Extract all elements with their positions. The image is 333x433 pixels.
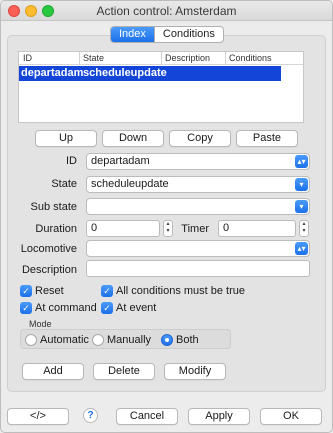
help-icon[interactable]: ? (83, 408, 98, 423)
updown-chevron-icon: ▴▾ (295, 155, 308, 168)
all-conditions-label[interactable]: All conditions must be true (116, 285, 245, 297)
id-label: ID (66, 155, 77, 167)
table-row[interactable]: departadam scheduleupdate (19, 66, 281, 81)
substate-combo[interactable]: ▾ (86, 198, 310, 215)
mode-group-title: Mode (29, 319, 52, 329)
locomotive-label: Locomotive (20, 243, 77, 255)
substate-label: Sub state (30, 201, 77, 213)
modify-button[interactable]: Modify (164, 363, 226, 380)
title-bar: Action control: Amsterdam (1, 1, 332, 21)
id-select[interactable]: departadam ▴▾ (86, 153, 310, 170)
paste-button[interactable]: Paste (236, 130, 298, 147)
apply-button[interactable]: Apply (188, 408, 250, 425)
mode-manually-radio[interactable] (92, 334, 104, 346)
at-command-checkbox[interactable]: ✓ (20, 302, 32, 314)
chevron-down-icon[interactable]: ▾ (295, 178, 308, 191)
tab-conditions[interactable]: Conditions (153, 27, 223, 42)
at-event-checkbox[interactable]: ✓ (101, 302, 113, 314)
table-header: ID State Description Conditions (19, 52, 303, 65)
state-combo[interactable]: scheduleupdate ▾ (86, 176, 310, 193)
timer-label: Timer (181, 223, 209, 235)
state-combo-value: scheduleupdate (91, 178, 169, 190)
description-label: Description (21, 264, 77, 276)
column-header-state[interactable]: State (79, 52, 104, 64)
delete-button[interactable]: Delete (93, 363, 155, 380)
chevron-down-icon[interactable]: ▾ (295, 200, 308, 213)
row-id-cell: departadam (21, 67, 84, 79)
column-header-description[interactable]: Description (161, 52, 210, 64)
all-conditions-checkbox[interactable]: ✓ (101, 285, 113, 297)
column-header-conditions[interactable]: Conditions (225, 52, 272, 64)
timer-field[interactable]: 0 (218, 220, 296, 237)
add-button[interactable]: Add (22, 363, 84, 380)
tab-bar: Index Conditions (110, 26, 224, 43)
window-title: Action control: Amsterdam (96, 4, 237, 18)
actions-table[interactable]: ID State Description Conditions departad… (18, 51, 304, 123)
xml-button[interactable]: </> (7, 408, 69, 425)
duration-label: Duration (35, 223, 77, 235)
mode-automatic-radio[interactable] (25, 334, 37, 346)
at-event-label[interactable]: At event (116, 302, 156, 314)
id-select-value: departadam (91, 155, 150, 167)
duration-field[interactable]: 0 (86, 220, 160, 237)
state-label: State (51, 178, 77, 190)
down-button[interactable]: Down (102, 130, 164, 147)
locomotive-select[interactable]: ▴▾ (86, 240, 310, 257)
dialog-window: Action control: Amsterdam Index Conditio… (0, 0, 333, 433)
cancel-button[interactable]: Cancel (116, 408, 178, 425)
column-header-id[interactable]: ID (23, 53, 32, 63)
at-command-label[interactable]: At command (35, 302, 97, 314)
copy-button[interactable]: Copy (169, 130, 231, 147)
reset-checkbox[interactable]: ✓ (20, 285, 32, 297)
timer-stepper-icon[interactable]: ▴ ▾ (299, 220, 309, 237)
reset-label[interactable]: Reset (35, 285, 64, 297)
ok-button[interactable]: OK (260, 408, 322, 425)
description-field[interactable] (86, 260, 310, 277)
mode-both-radio[interactable] (161, 334, 173, 346)
mode-manually-label[interactable]: Manually (107, 334, 151, 346)
updown-chevron-icon: ▴▾ (295, 242, 308, 255)
mode-automatic-label[interactable]: Automatic (40, 334, 89, 346)
up-button[interactable]: Up (35, 130, 97, 147)
row-state-cell: scheduleupdate (83, 67, 167, 79)
tab-index[interactable]: Index (111, 27, 154, 42)
mode-both-label[interactable]: Both (176, 334, 199, 346)
